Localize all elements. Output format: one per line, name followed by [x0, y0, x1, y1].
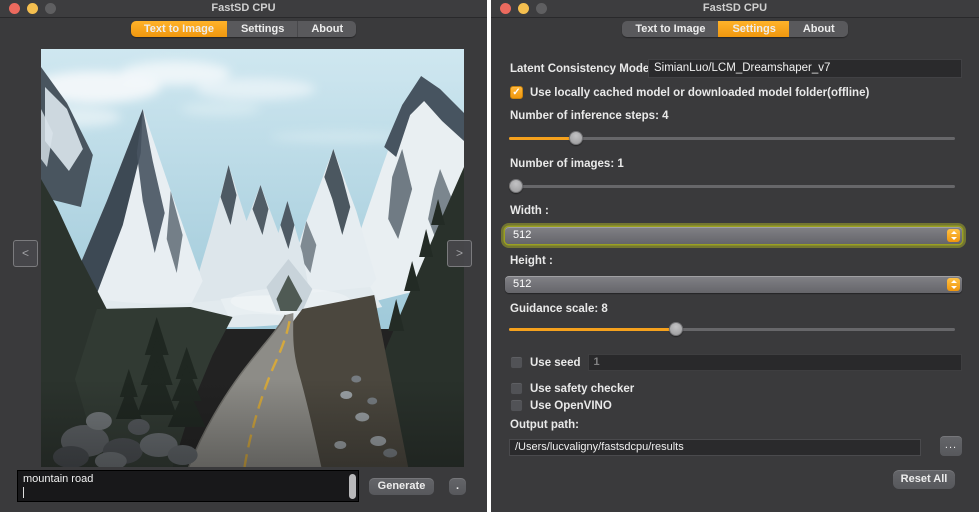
- traffic-lights: [9, 3, 56, 14]
- slider-thumb[interactable]: [569, 131, 583, 145]
- width-value: 512: [505, 227, 962, 244]
- seed-checkbox-label: Use seed: [530, 357, 581, 369]
- stepper-icon[interactable]: [947, 229, 960, 242]
- output-path-input[interactable]: /Users/lucvaligny/fastsdcpu/results: [509, 439, 921, 456]
- tab-text-to-image[interactable]: Text to Image: [622, 21, 718, 37]
- window-text-to-image: FastSD CPU Text to Image Settings About: [0, 0, 487, 512]
- guidance-label: Guidance scale: 8: [510, 303, 608, 315]
- close-button[interactable]: [500, 3, 511, 14]
- prompt-input[interactable]: mountain road: [17, 470, 359, 502]
- prompt-scrollbar[interactable]: [349, 474, 356, 499]
- offline-checkbox-row: Use locally cached model or downloaded m…: [510, 86, 869, 99]
- traffic-lights: [500, 3, 547, 14]
- model-input[interactable]: SimianLuo/LCM_Dreamshaper_v7: [648, 59, 962, 78]
- stepper-icon[interactable]: [947, 278, 960, 291]
- images-label: Number of images: 1: [510, 158, 624, 170]
- window-title: FastSD CPU: [491, 0, 979, 17]
- close-button[interactable]: [9, 3, 20, 14]
- safety-checkbox-label: Use safety checker: [530, 383, 634, 395]
- seed-input[interactable]: 1: [588, 354, 962, 371]
- openvino-row: Use OpenVINO: [510, 399, 612, 412]
- text-caret: [23, 487, 24, 498]
- guidance-slider[interactable]: [509, 322, 955, 336]
- model-label: Latent Consistency Model:: [510, 63, 656, 75]
- tab-bar: Text to Image Settings About: [491, 18, 979, 43]
- output-path-label: Output path:: [510, 419, 579, 431]
- titlebar[interactable]: FastSD CPU: [0, 0, 487, 18]
- minimize-button[interactable]: [27, 3, 38, 14]
- generated-image-mountain-road: [41, 49, 464, 467]
- prompt-text: mountain road: [23, 473, 344, 486]
- tab-about[interactable]: About: [789, 21, 848, 37]
- reset-all-button[interactable]: Reset All: [893, 470, 955, 489]
- offline-checkbox[interactable]: [510, 86, 523, 99]
- zoom-button[interactable]: [45, 3, 56, 14]
- window-settings: FastSD CPU Text to Image Settings About …: [491, 0, 979, 512]
- seed-checkbox[interactable]: [510, 356, 523, 369]
- previous-image-button[interactable]: <: [13, 240, 38, 267]
- browse-button[interactable]: ...: [940, 436, 962, 456]
- dot-button[interactable]: .: [449, 478, 466, 495]
- seed-row: Use seed 1: [510, 354, 962, 371]
- steps-slider[interactable]: [509, 131, 955, 145]
- steps-label: Number of inference steps: 4: [510, 110, 668, 122]
- height-label: Height :: [510, 255, 553, 267]
- tab-settings[interactable]: Settings: [718, 21, 788, 37]
- safety-checkbox[interactable]: [510, 382, 523, 395]
- width-select[interactable]: 512: [505, 227, 962, 244]
- next-image-button[interactable]: >: [447, 240, 472, 267]
- tab-about[interactable]: About: [297, 21, 356, 37]
- zoom-button[interactable]: [536, 3, 547, 14]
- openvino-checkbox[interactable]: [510, 399, 523, 412]
- safety-row: Use safety checker: [510, 382, 634, 395]
- openvino-checkbox-label: Use OpenVINO: [530, 400, 612, 412]
- offline-checkbox-label: Use locally cached model or downloaded m…: [530, 87, 869, 99]
- images-slider[interactable]: [509, 179, 955, 193]
- tab-settings[interactable]: Settings: [227, 21, 297, 37]
- width-label: Width :: [510, 205, 549, 217]
- minimize-button[interactable]: [518, 3, 529, 14]
- titlebar[interactable]: FastSD CPU: [491, 0, 979, 18]
- tab-bar: Text to Image Settings About: [0, 18, 487, 43]
- window-title: FastSD CPU: [0, 0, 487, 17]
- height-value: 512: [505, 276, 962, 293]
- slider-thumb[interactable]: [669, 322, 683, 336]
- generate-button[interactable]: Generate: [369, 478, 434, 495]
- tab-text-to-image[interactable]: Text to Image: [131, 21, 227, 37]
- slider-thumb[interactable]: [509, 179, 523, 193]
- height-select[interactable]: 512: [505, 276, 962, 293]
